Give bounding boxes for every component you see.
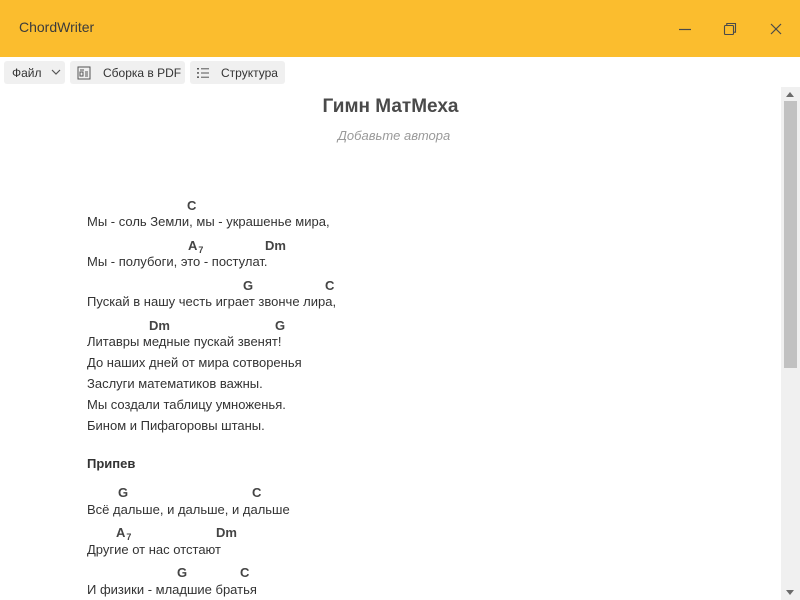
build-pdf-button[interactable]: Сборка в PDF [70, 61, 185, 84]
song-title[interactable]: Гимн МатМеха [0, 96, 781, 118]
chord[interactable]: G [275, 318, 285, 333]
chord[interactable]: G [177, 565, 187, 580]
chord[interactable]: G [243, 278, 253, 293]
lyric-line[interactable]: Другие от нас отстают [87, 542, 221, 557]
app-title: ChordWriter [19, 19, 95, 35]
chord-root: A [188, 238, 198, 253]
chord[interactable]: Dm [265, 238, 286, 253]
list-icon [197, 68, 209, 78]
minimize-icon [679, 28, 691, 31]
vertical-scrollbar[interactable] [781, 87, 800, 600]
close-button[interactable] [761, 14, 791, 44]
chord[interactable]: C [252, 485, 261, 500]
lyric-line[interactable]: Пускай в нашу честь играет звонче лира, [87, 294, 336, 309]
restore-icon [723, 22, 737, 36]
chord[interactable]: Dm [216, 525, 237, 540]
chord[interactable]: C [187, 198, 196, 213]
song-editor[interactable]: Гимн МатМеха Добавьте автора C Мы - соль… [0, 87, 781, 600]
chord[interactable]: A7 [116, 525, 132, 542]
structure-button[interactable]: Структура [190, 61, 285, 84]
file-menu-button[interactable]: Файл [4, 61, 65, 84]
toolbar: Файл Сборка в PDF Структура [0, 57, 800, 87]
pdf-icon [77, 66, 91, 80]
author-field[interactable]: Добавьте автора [0, 128, 781, 143]
lyric-line[interactable]: Мы - соль Земли, мы - украшенье мира, [87, 214, 330, 229]
scrollbar-thumb[interactable] [784, 101, 797, 368]
restore-button[interactable] [715, 14, 745, 44]
scroll-up-icon[interactable] [786, 92, 794, 97]
chord[interactable]: C [240, 565, 249, 580]
lyric-line[interactable]: Литавры медные пускай звенят! [87, 334, 281, 349]
close-icon [770, 23, 782, 35]
lyric-line[interactable]: И физики - младшие братья [87, 582, 257, 597]
lyric-line[interactable]: Всё дальше, и дальше, и дальше [87, 502, 290, 517]
chord-root: A [116, 525, 126, 540]
minimize-button[interactable] [670, 14, 700, 44]
lyric-line[interactable]: Бином и Пифагоровы штаны. [87, 418, 265, 433]
title-bar: ChordWriter [0, 0, 800, 57]
chord[interactable]: C [325, 278, 334, 293]
chord-extension: 7 [126, 532, 132, 542]
chord[interactable]: Dm [149, 318, 170, 333]
structure-label: Структура [221, 66, 278, 80]
chord[interactable]: A7 [188, 238, 203, 255]
file-menu-label: Файл [12, 65, 42, 80]
lyric-line[interactable]: До наших дней от мира сотворенья [87, 355, 302, 370]
lyric-line[interactable]: Мы - полубоги, это - постулат. [87, 254, 268, 269]
build-pdf-label: Сборка в PDF [103, 66, 182, 80]
lyric-line[interactable]: Мы создали таблицу умноженья. [87, 397, 286, 412]
chorus-heading[interactable]: Припев [87, 456, 135, 471]
lyric-line[interactable]: Заслуги математиков важны. [87, 376, 263, 391]
scroll-down-icon[interactable] [786, 590, 794, 595]
chevron-down-icon [51, 69, 61, 75]
chord[interactable]: G [118, 485, 128, 500]
